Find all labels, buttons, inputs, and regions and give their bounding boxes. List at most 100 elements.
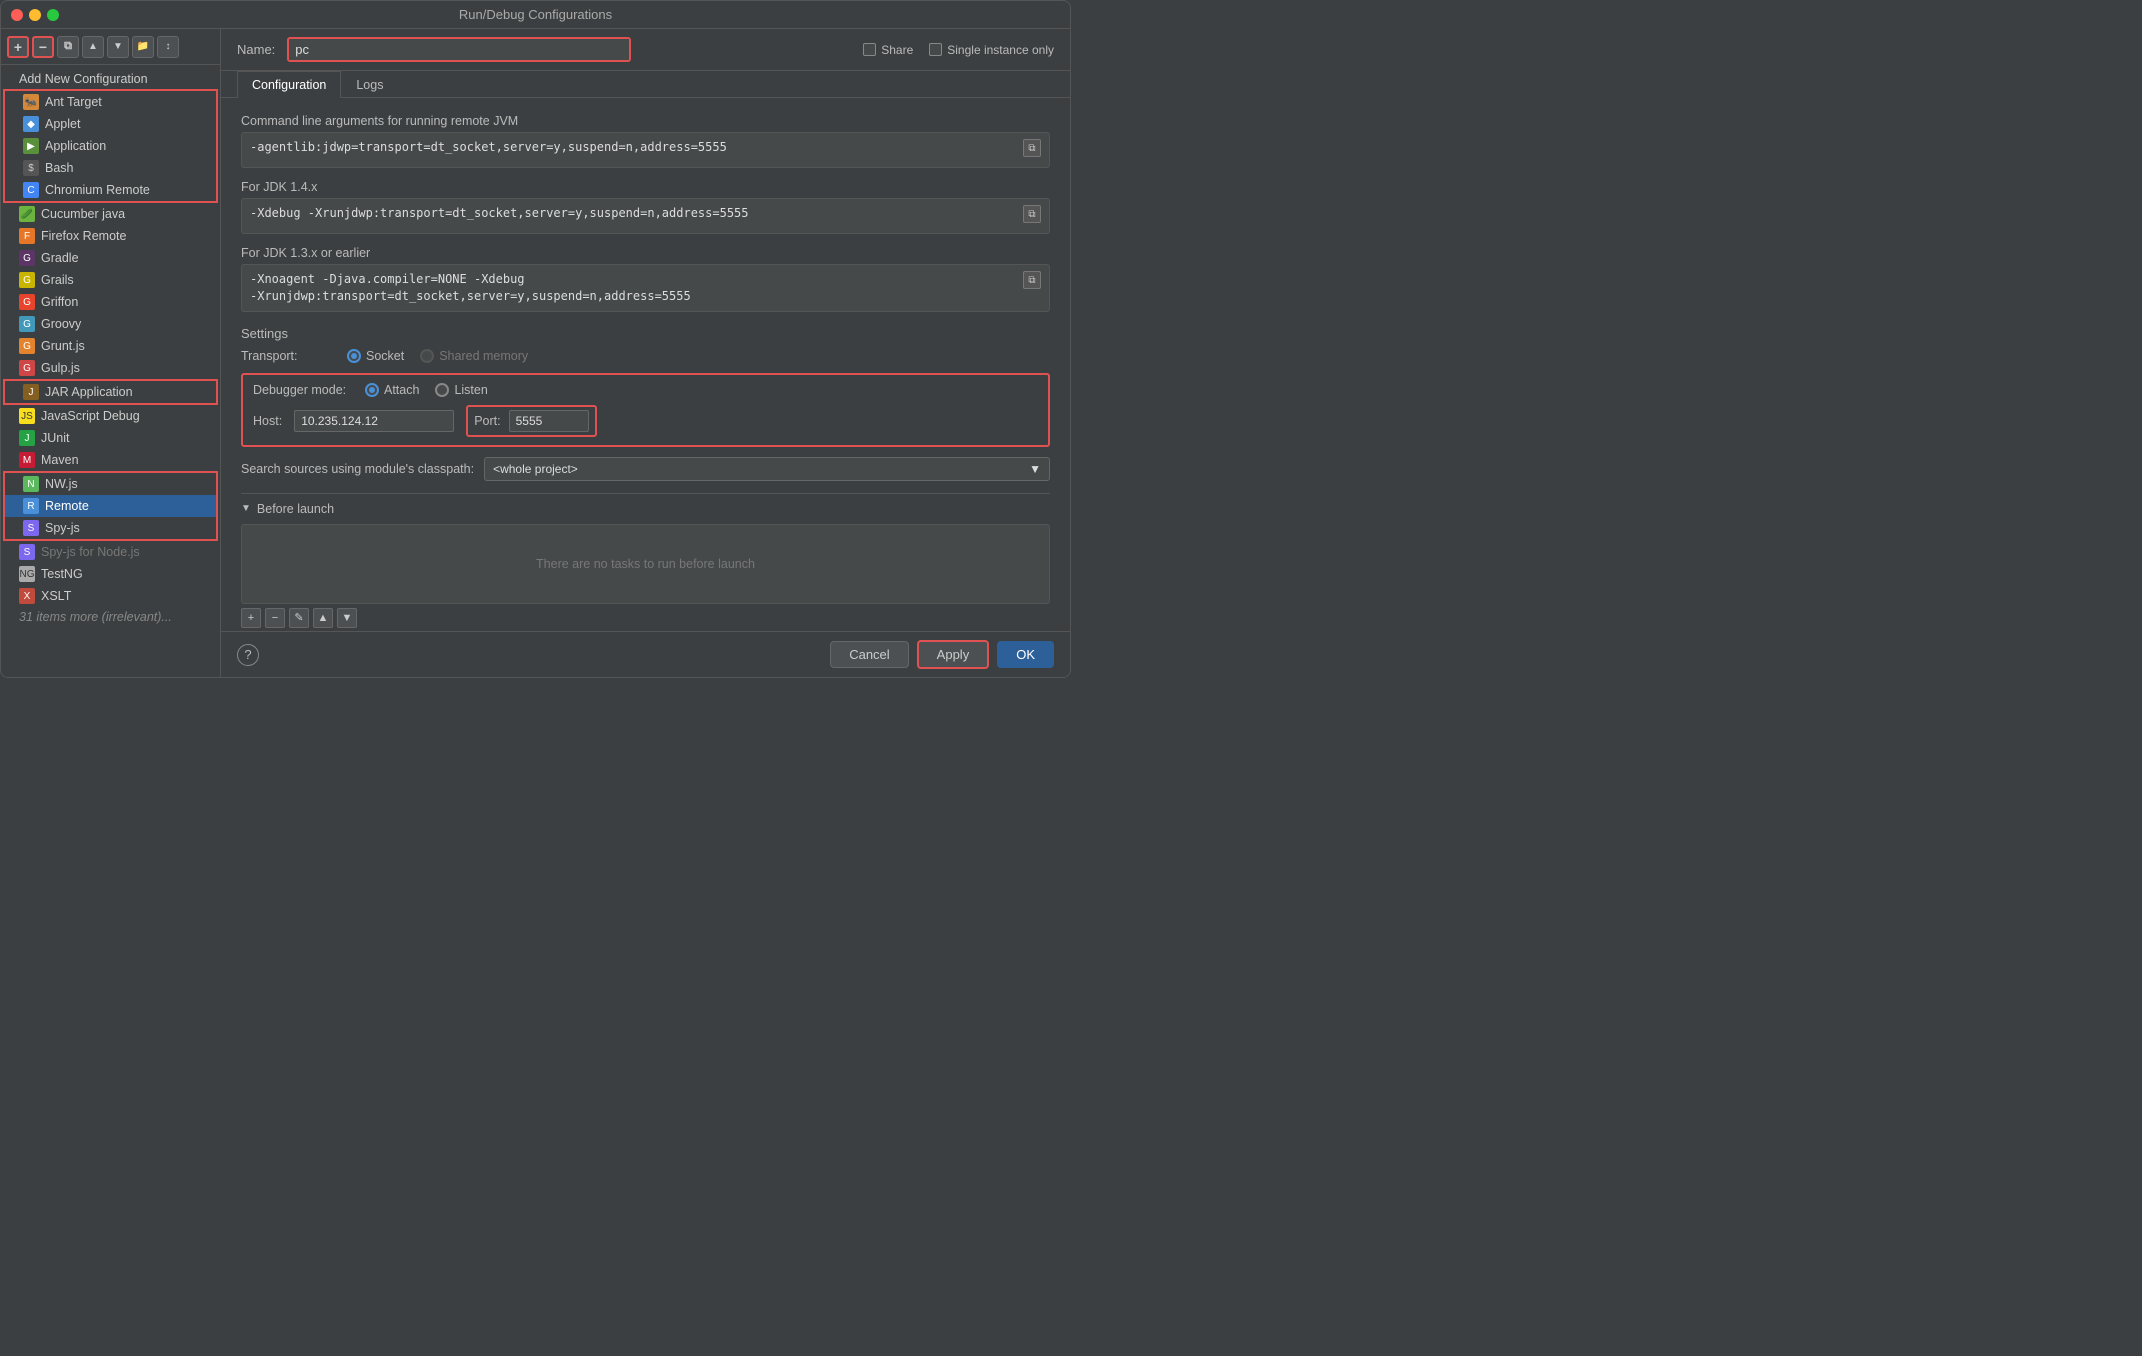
single-instance-checkbox[interactable] xyxy=(929,43,942,56)
sidebar-item-chromium-remote[interactable]: C Chromium Remote xyxy=(5,179,216,201)
sidebar-item-maven[interactable]: M Maven xyxy=(1,449,220,471)
sidebar-item-spy-js[interactable]: S Spy-js xyxy=(5,517,216,539)
cmd-jdk13-value: -Xnoagent -Djava.compiler=NONE -Xdebug-X… xyxy=(250,271,1019,305)
copy-jdk13-button[interactable]: ⧉ xyxy=(1023,271,1041,289)
before-launch-header[interactable]: ▼ Before launch xyxy=(241,502,1050,516)
name-bar: Name: Share Single instance only xyxy=(221,29,1070,71)
share-label: Share xyxy=(881,43,913,57)
maximize-button[interactable] xyxy=(47,9,59,21)
sidebar-item-junit[interactable]: J JUnit xyxy=(1,427,220,449)
before-launch-label: Before launch xyxy=(257,502,334,516)
griffon-icon: G xyxy=(19,294,35,310)
name-input[interactable] xyxy=(289,39,629,60)
socket-label: Socket xyxy=(366,349,404,363)
sidebar-item-label: JAR Application xyxy=(45,385,133,399)
sidebar-item-spy-js-nodejs[interactable]: S Spy-js for Node.js xyxy=(1,541,220,563)
gulpjs-icon: G xyxy=(19,360,35,376)
sidebar-item-grails[interactable]: G Grails xyxy=(1,269,220,291)
classpath-label: Search sources using module's classpath: xyxy=(241,462,474,476)
sidebar-item-cucumber-java[interactable]: 🥒 Cucumber java xyxy=(1,203,220,225)
before-launch-remove-button[interactable]: − xyxy=(265,608,285,628)
attach-radio-dot[interactable] xyxy=(365,383,379,397)
sidebar-item-label: Ant Target xyxy=(45,95,102,109)
tab-logs[interactable]: Logs xyxy=(341,71,398,98)
add-configuration-button[interactable]: + xyxy=(7,36,29,58)
cmd-jvm-box: -agentlib:jdwp=transport=dt_socket,serve… xyxy=(241,132,1050,168)
panel-content: Command line arguments for running remot… xyxy=(221,98,1070,631)
transport-socket-option[interactable]: Socket xyxy=(347,349,404,363)
sidebar-item-gradle[interactable]: G Gradle xyxy=(1,247,220,269)
sidebar-item-application[interactable]: ▶ Application xyxy=(5,135,216,157)
sidebar-item-remote[interactable]: R Remote xyxy=(5,495,216,517)
sidebar-item-javascript-debug[interactable]: JS JavaScript Debug xyxy=(1,405,220,427)
close-button[interactable] xyxy=(11,9,23,21)
gruntjs-icon: G xyxy=(19,338,35,354)
sidebar-item-xslt[interactable]: X XSLT xyxy=(1,585,220,607)
classpath-select[interactable]: <whole project> ▼ xyxy=(484,457,1050,481)
dropdown-chevron-icon: ▼ xyxy=(1029,462,1041,476)
classpath-row: Search sources using module's classpath:… xyxy=(241,457,1050,481)
cancel-button[interactable]: Cancel xyxy=(830,641,908,668)
listen-radio-dot[interactable] xyxy=(435,383,449,397)
name-input-wrapper xyxy=(287,37,631,62)
sidebar-item-jar-application[interactable]: J JAR Application xyxy=(5,381,216,403)
transport-shared-memory-option[interactable]: Shared memory xyxy=(420,349,528,363)
shared-memory-label: Shared memory xyxy=(439,349,528,363)
traffic-lights xyxy=(11,9,59,21)
copy-jvm-button[interactable]: ⧉ xyxy=(1023,139,1041,157)
listen-mode-option[interactable]: Listen xyxy=(435,383,487,397)
move-down-button[interactable]: ▼ xyxy=(107,36,129,58)
sidebar-item-griffon[interactable]: G Griffon xyxy=(1,291,220,313)
sidebar-item-applet[interactable]: ◆ Applet xyxy=(5,113,216,135)
attach-mode-option[interactable]: Attach xyxy=(365,383,419,397)
before-launch-edit-button[interactable]: ✎ xyxy=(289,608,309,628)
sidebar-item-nwjs[interactable]: N NW.js xyxy=(5,473,216,495)
remove-configuration-button[interactable]: − xyxy=(32,36,54,58)
groovy-icon: G xyxy=(19,316,35,332)
sidebar-item-ant-target[interactable]: 🐜 Ant Target xyxy=(5,91,216,113)
before-launch-add-button[interactable]: + xyxy=(241,608,261,628)
before-launch-empty-text: There are no tasks to run before launch xyxy=(536,557,755,571)
socket-radio-dot[interactable] xyxy=(347,349,361,363)
share-checkbox[interactable] xyxy=(863,43,876,56)
sidebar-item-more[interactable]: 31 items more (irrelevant)... xyxy=(1,607,220,627)
sidebar-item-gruntjs[interactable]: G Grunt.js xyxy=(1,335,220,357)
sidebar-item-label: Applet xyxy=(45,117,80,131)
minimize-button[interactable] xyxy=(29,9,41,21)
move-up-button[interactable]: ▲ xyxy=(82,36,104,58)
before-launch-up-button[interactable]: ▲ xyxy=(313,608,333,628)
single-instance-checkbox-item[interactable]: Single instance only xyxy=(929,43,1054,57)
before-launch-toolbar: + − ✎ ▲ ▼ xyxy=(241,608,1050,628)
more-items-label: 31 items more (irrelevant)... xyxy=(19,610,172,624)
host-port-row: Host: Port: xyxy=(253,405,1038,437)
bottom-bar: ? Cancel Apply OK xyxy=(221,631,1070,677)
host-label: Host: xyxy=(253,414,282,428)
sidebar-item-label: Spy-js for Node.js xyxy=(41,545,140,559)
sidebar-item-bash[interactable]: $ Bash xyxy=(5,157,216,179)
left-panel: + − ⧉ ▲ ▼ 📁 ↕ Add New Configuration 🐜 An… xyxy=(1,29,221,677)
sidebar-item-testng[interactable]: NG TestNG xyxy=(1,563,220,585)
apply-button[interactable]: Apply xyxy=(917,640,990,669)
port-input[interactable] xyxy=(509,410,589,432)
shared-memory-radio-dot[interactable] xyxy=(420,349,434,363)
copy-jdk14-button[interactable]: ⧉ xyxy=(1023,205,1041,223)
tree-section-add-new[interactable]: Add New Configuration xyxy=(1,69,220,89)
sort-button[interactable]: ↕ xyxy=(157,36,179,58)
host-input[interactable] xyxy=(294,410,454,432)
maven-icon: M xyxy=(19,452,35,468)
sidebar-item-groovy[interactable]: G Groovy xyxy=(1,313,220,335)
cmd-jdk14-section: For JDK 1.4.x -Xdebug -Xrunjdwp:transpor… xyxy=(241,180,1050,234)
sidebar-item-label: XSLT xyxy=(41,589,71,603)
help-button[interactable]: ? xyxy=(237,644,259,666)
share-checkbox-item[interactable]: Share xyxy=(863,43,913,57)
firefox-icon: F xyxy=(19,228,35,244)
sidebar-item-label: JavaScript Debug xyxy=(41,409,140,423)
before-launch-down-button[interactable]: ▼ xyxy=(337,608,357,628)
ok-button[interactable]: OK xyxy=(997,641,1054,668)
sidebar-item-firefox-remote[interactable]: F Firefox Remote xyxy=(1,225,220,247)
sidebar-item-gulpjs[interactable]: G Gulp.js xyxy=(1,357,220,379)
jar-icon: J xyxy=(23,384,39,400)
copy-configuration-button[interactable]: ⧉ xyxy=(57,36,79,58)
tab-configuration[interactable]: Configuration xyxy=(237,71,341,98)
folder-button[interactable]: 📁 xyxy=(132,36,154,58)
